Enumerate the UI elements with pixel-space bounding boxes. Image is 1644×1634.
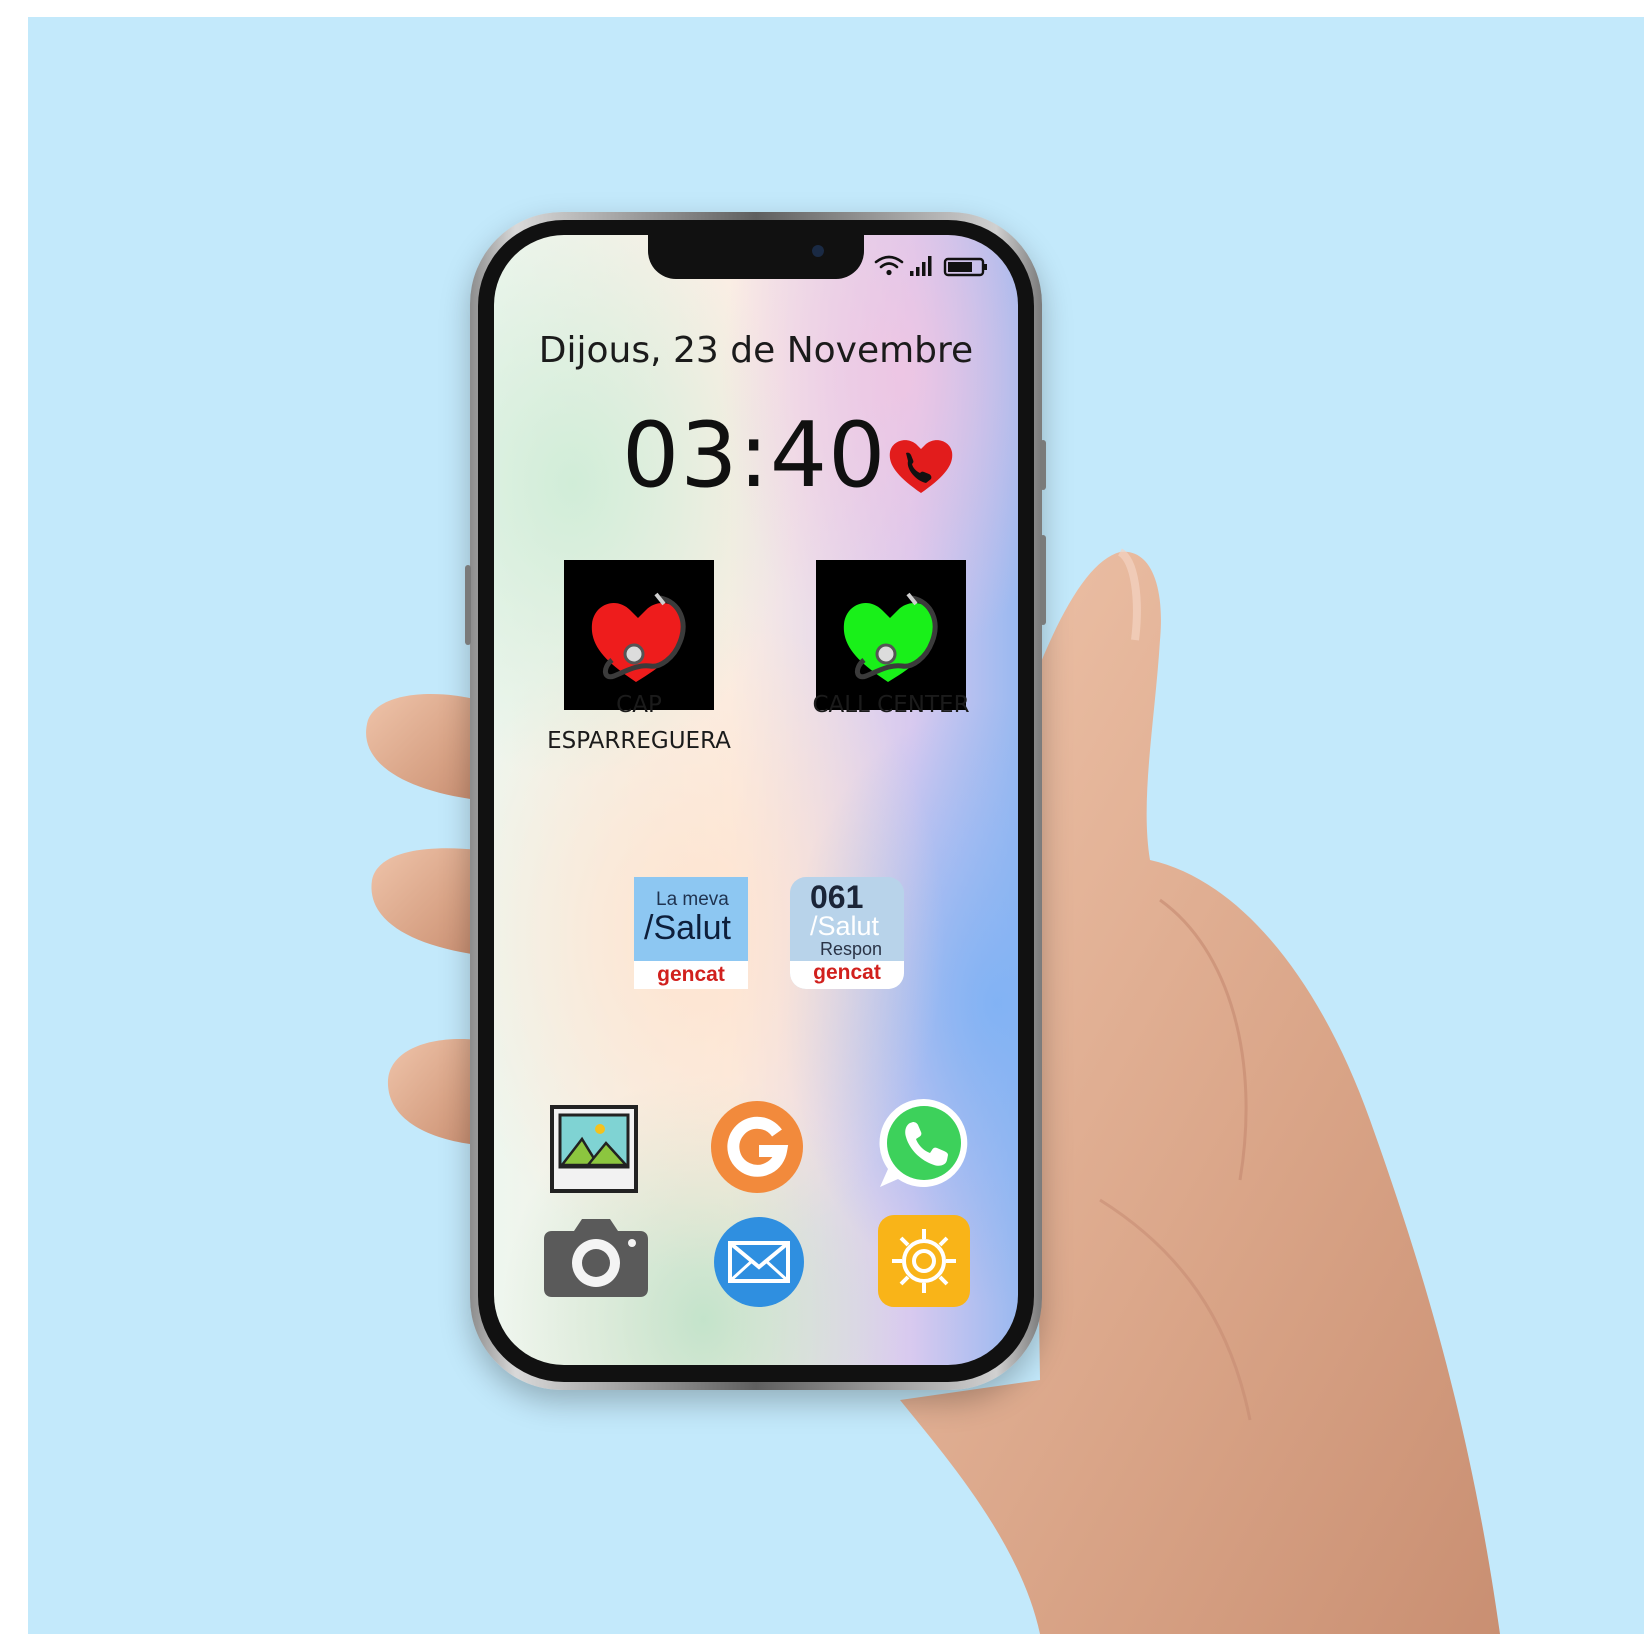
- camera-icon[interactable]: [542, 1213, 650, 1299]
- battery-icon: [943, 257, 987, 277]
- salut-respon-app[interactable]: 061 /Salut Respon gencat: [790, 877, 904, 989]
- contact-label-cap: CAP ESPARREGUERA: [547, 692, 731, 754]
- gencat-label: gencat: [657, 963, 725, 986]
- lockscreen-date: Dijous, 23 de Novembre: [538, 330, 974, 371]
- la-meva-salut-app[interactable]: La meva /Salut gencat: [634, 877, 748, 989]
- settings-icon[interactable]: [878, 1215, 970, 1307]
- side-button-left: [465, 565, 471, 645]
- whatsapp-icon[interactable]: [874, 1095, 974, 1195]
- gencat-label: gencat: [813, 961, 881, 984]
- front-camera: [812, 245, 824, 257]
- contact-label-call-center: CALL CENTER: [812, 692, 970, 718]
- salut-respon-salut: /Salut: [810, 911, 880, 941]
- mail-icon[interactable]: [712, 1215, 806, 1309]
- power-button: [1040, 535, 1046, 625]
- salut-respon-respon: Respon: [820, 939, 883, 959]
- lockscreen-clock: 03:40: [622, 403, 887, 508]
- wifi-icon: [874, 255, 904, 276]
- gallery-icon[interactable]: [550, 1105, 640, 1195]
- phone-screen: Dijous, 23 de Novembre 03:40 CAP ESPARRE…: [494, 235, 1018, 1365]
- heart-phone-icon: [889, 440, 953, 493]
- status-bar: [874, 255, 987, 277]
- google-icon[interactable]: [709, 1099, 805, 1195]
- la-meva-label: La meva: [656, 889, 729, 910]
- signal-icon: [910, 256, 932, 276]
- notch: [648, 235, 864, 279]
- volume-button: [1040, 440, 1046, 490]
- salut-label: /Salut: [644, 909, 731, 947]
